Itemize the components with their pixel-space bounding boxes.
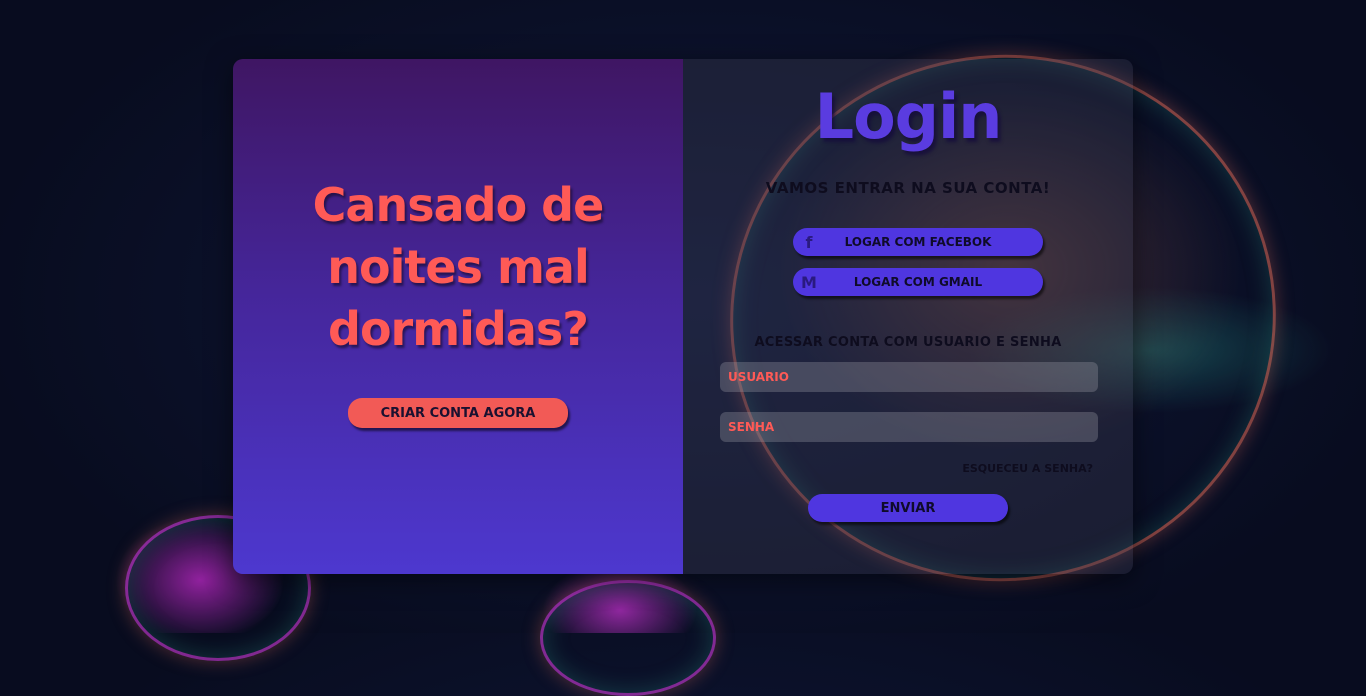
promo-headline: Cansado de noites mal dormidas? <box>233 174 683 360</box>
password-input[interactable] <box>720 412 1098 442</box>
submit-button[interactable]: ENVIAR <box>808 494 1008 522</box>
login-panel: Login VAMOS ENTRAR NA SUA CONTA! f LOGAR… <box>683 59 1133 574</box>
gmail-login-button[interactable]: M LOGAR COM GMAIL <box>793 268 1043 296</box>
background-jellyfish-small-2 <box>540 580 716 696</box>
create-account-button[interactable]: CRIAR CONTA AGORA <box>348 398 568 428</box>
gmail-login-label: LOGAR COM GMAIL <box>853 275 983 289</box>
headline-line: dormidas? <box>328 302 589 356</box>
login-subtitle: VAMOS ENTRAR NA SUA CONTA! <box>765 179 1051 197</box>
headline-line: noites mal <box>327 240 589 294</box>
login-card: Cansado de noites mal dormidas? CRIAR CO… <box>233 59 1133 574</box>
promo-panel: Cansado de noites mal dormidas? CRIAR CO… <box>233 59 683 574</box>
login-title: Login <box>814 80 1003 153</box>
gmail-icon: M <box>801 272 817 292</box>
facebook-login-button[interactable]: f LOGAR COM FACEBOK <box>793 228 1043 256</box>
facebook-login-label: LOGAR COM FACEBOK <box>844 235 992 249</box>
username-input[interactable] <box>720 362 1098 392</box>
forgot-password-link[interactable]: ESQUECEU A SENHA? <box>962 462 1093 475</box>
facebook-icon: f <box>805 232 813 252</box>
headline-line: Cansado de <box>312 178 605 232</box>
credentials-heading: ACESSAR CONTA COM USUARIO E SENHA <box>754 335 1062 350</box>
